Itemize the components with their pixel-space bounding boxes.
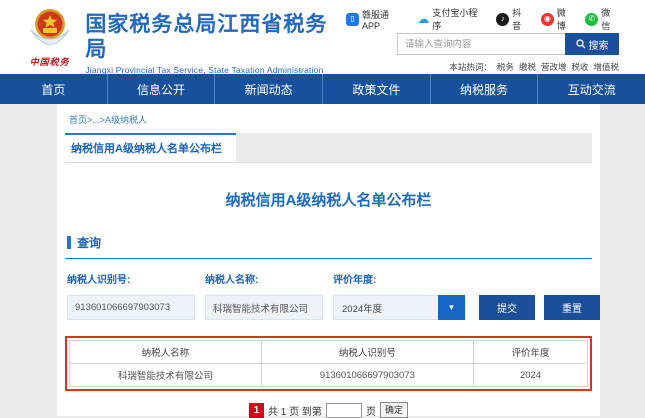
breadcrumb[interactable]: 首页>...>A级纳税人 xyxy=(65,104,592,133)
hotword-link[interactable]: 增值税 xyxy=(593,61,619,73)
taxpayer-name-label: 纳税人名称: xyxy=(205,271,323,286)
result-table-red-highlight: 纳税人名称 纳税人识别号 评价年度 科瑞智能技术有限公司 91360106669… xyxy=(65,336,592,391)
query-section-divider xyxy=(65,258,592,259)
link-label: 微信 xyxy=(601,6,619,32)
nav-item-info-disclosure[interactable]: 信息公开 xyxy=(107,74,215,104)
tab-a-level-taxpayer-list[interactable]: 纳税信用A级纳税人名单公布栏 xyxy=(65,133,236,162)
query-section-title: 查询 xyxy=(77,234,101,251)
tax-emblem-logo: 中国税务 xyxy=(22,6,77,68)
evaluation-year-label: 评价年度: xyxy=(333,271,465,286)
cell-evaluation-year: 2024 xyxy=(474,364,588,387)
cell-taxpayer-id: 913601066697903073 xyxy=(261,364,473,387)
column-header-evaluation-year: 评价年度 xyxy=(474,341,588,364)
taxpayer-name-input[interactable] xyxy=(205,295,323,320)
site-header: 中国税务 国家税务总局江西省税务局 Jiangxi Provincial Tax… xyxy=(0,0,645,74)
wechat-icon: ✆ xyxy=(585,13,598,26)
app-phone-icon: ▯ xyxy=(346,13,359,26)
pagination-page-unit: 页 xyxy=(366,403,376,418)
hotwords-row: 本站热词： 税务 缴税 营改增 税收 增值税 xyxy=(449,61,619,73)
hotwords-label: 本站热词： xyxy=(449,61,492,73)
header-right: ▯ 赣服通APP ☁ 支付宝小程序 ♪ 抖音 ◉ 微博 ✆ 微信 xyxy=(346,6,619,74)
weibo-icon: ◉ xyxy=(541,13,554,26)
content-background: 首页>...>A级纳税人 纳税信用A级纳税人名单公布栏 纳税信用A级纳税人名单公… xyxy=(0,104,645,416)
reset-button[interactable]: 重置 xyxy=(544,295,600,320)
link-label: 赣服通APP xyxy=(362,8,406,31)
cell-taxpayer-name: 科瑞智能技术有限公司 xyxy=(70,364,262,387)
taxpayer-id-input[interactable] xyxy=(67,295,195,320)
taxpayer-id-label: 纳税人识别号: xyxy=(67,271,195,286)
query-form: 纳税人识别号: 纳税人名称: 评价年度: 2024年度 ▼ 提交 重置 xyxy=(65,271,592,320)
hotword-link[interactable]: 税务 xyxy=(497,61,514,73)
link-douyin[interactable]: ♪ 抖音 xyxy=(496,6,530,32)
table-row: 科瑞智能技术有限公司 913601066697903073 2024 xyxy=(70,364,588,387)
search-icon xyxy=(576,39,586,49)
national-emblem-icon xyxy=(27,6,73,52)
pagination-total-text: 共 1 页 到第 xyxy=(268,403,322,418)
column-header-taxpayer-name: 纳税人名称 xyxy=(70,341,262,364)
nav-item-home[interactable]: 首页 xyxy=(0,74,107,104)
result-table: 纳税人名称 纳税人识别号 评价年度 科瑞智能技术有限公司 91360106669… xyxy=(69,340,588,387)
hotword-link[interactable]: 缴税 xyxy=(519,61,536,73)
link-alipay-miniprogram[interactable]: ☁ 支付宝小程序 xyxy=(417,6,485,32)
evaluation-year-value: 2024年度 xyxy=(333,295,438,320)
site-brand: 中国税务 国家税务总局江西省税务局 Jiangxi Provincial Tax… xyxy=(22,6,346,74)
query-section-header: 查询 xyxy=(67,234,592,251)
page-title: 纳税信用A级纳税人名单公布栏 xyxy=(65,189,592,210)
main-navigation: 首页 信息公开 新闻动态 政策文件 纳税服务 互动交流 xyxy=(0,74,645,104)
column-header-taxpayer-id: 纳税人识别号 xyxy=(261,341,473,364)
link-weibo[interactable]: ◉ 微博 xyxy=(541,6,575,32)
search-button[interactable]: 搜索 xyxy=(565,33,619,55)
hotword-link[interactable]: 营改增 xyxy=(541,61,567,73)
hotword-link[interactable]: 税收 xyxy=(571,61,588,73)
link-label: 微博 xyxy=(557,6,575,32)
nav-item-interaction[interactable]: 互动交流 xyxy=(537,74,645,104)
evaluation-year-field-group: 评价年度: 2024年度 ▼ xyxy=(333,271,465,320)
logo-caption: 中国税务 xyxy=(22,55,77,68)
douyin-icon: ♪ xyxy=(496,13,509,26)
goto-page-input[interactable] xyxy=(326,403,362,418)
taxpayer-id-field-group: 纳税人识别号: xyxy=(67,271,195,320)
link-wechat[interactable]: ✆ 微信 xyxy=(585,6,619,32)
link-label: 支付宝小程序 xyxy=(432,6,485,32)
social-links-row: ▯ 赣服通APP ☁ 支付宝小程序 ♪ 抖音 ◉ 微博 ✆ 微信 xyxy=(346,10,619,28)
site-search: 搜索 xyxy=(397,33,619,55)
form-buttons: 提交 重置 xyxy=(479,271,600,320)
taxpayer-name-field-group: 纳税人名称: xyxy=(205,271,323,320)
submit-button[interactable]: 提交 xyxy=(479,295,535,320)
nav-item-news[interactable]: 新闻动态 xyxy=(214,74,322,104)
alipay-cloud-icon: ☁ xyxy=(417,12,429,26)
section-accent-bar xyxy=(67,236,71,249)
link-label: 抖音 xyxy=(512,6,530,32)
search-input[interactable] xyxy=(397,33,565,55)
link-ganfutong-app[interactable]: ▯ 赣服通APP xyxy=(346,8,406,31)
search-button-label: 搜索 xyxy=(589,37,609,52)
evaluation-year-select[interactable]: 2024年度 ▼ xyxy=(333,295,465,320)
site-title: 国家税务总局江西省税务局 xyxy=(85,12,346,62)
brand-text: 国家税务总局江西省税务局 Jiangxi Provincial Tax Serv… xyxy=(85,6,346,75)
content-card: 首页>...>A级纳税人 纳税信用A级纳税人名单公布栏 纳税信用A级纳税人名单公… xyxy=(57,104,600,416)
page-number-current[interactable]: 1 xyxy=(249,403,264,418)
chevron-down-icon: ▼ xyxy=(438,295,465,320)
nav-item-policy-documents[interactable]: 政策文件 xyxy=(322,74,430,104)
table-header-row: 纳税人名称 纳税人识别号 评价年度 xyxy=(70,341,588,364)
nav-item-tax-services[interactable]: 纳税服务 xyxy=(430,74,538,104)
tab-bar: 纳税信用A级纳税人名单公布栏 xyxy=(65,133,592,163)
